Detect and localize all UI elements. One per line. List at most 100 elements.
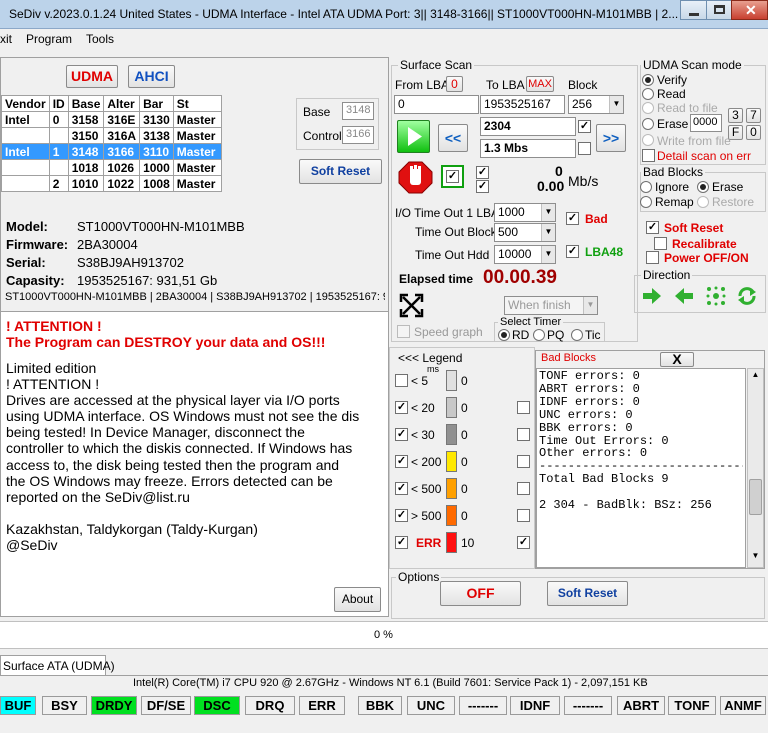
udma-button[interactable]: UDMA — [66, 65, 118, 88]
erase-0-button[interactable]: 0 — [746, 125, 761, 140]
detail-scan-checkbox[interactable] — [642, 149, 655, 162]
prev-button[interactable]: << — [438, 124, 468, 152]
bad-blocks-log: TONF errors: 0 ABRT errors: 0 IDNF error… — [536, 368, 746, 568]
legend-label: > 500 — [411, 509, 442, 523]
minimize-button[interactable] — [680, 0, 707, 20]
tab-surface-ata[interactable]: Surface ATA (UDMA) — [0, 655, 115, 676]
fullscreen-button[interactable] — [398, 292, 425, 319]
speed-graph-checkbox[interactable] — [397, 325, 410, 338]
direction-backward-button[interactable] — [673, 285, 695, 307]
control-field[interactable]: 3166 — [342, 126, 374, 144]
clear-log-button[interactable]: X — [660, 352, 694, 367]
lba48-checkbox[interactable]: ✓ — [566, 245, 579, 258]
legend-checkbox[interactable]: ✓ — [395, 509, 408, 522]
block-select[interactable]: 256 ▼ — [568, 95, 624, 114]
scroll-thumb[interactable] — [749, 479, 762, 515]
legend-log-checkbox[interactable] — [517, 401, 530, 414]
direction-forward-button[interactable] — [641, 285, 663, 307]
status-flag-drq: DRQ — [245, 696, 295, 715]
legend-checkbox[interactable]: ✓ — [395, 401, 408, 414]
scroll-down-icon[interactable]: ▼ — [749, 551, 762, 565]
when-finish-select[interactable]: When finish ▼ — [504, 296, 598, 315]
table-row[interactable]: 1018 1026 1000 Master — [1, 159, 222, 176]
read-radio[interactable] — [642, 88, 654, 100]
menu-program[interactable]: Program — [26, 32, 72, 46]
bad-blocks-log-title: Bad Blocks — [541, 352, 597, 364]
legend-checkbox[interactable]: ✓ — [395, 536, 408, 549]
ignore-radio[interactable] — [640, 181, 652, 193]
erase-bad-radio[interactable] — [697, 181, 709, 193]
status-flag-anmf: ANMF — [720, 696, 766, 715]
soft-reset-checkbox[interactable]: ✓ — [646, 221, 659, 234]
soft-reset-button[interactable]: Soft Reset — [299, 159, 382, 184]
close-button[interactable]: ✕ — [731, 0, 768, 20]
scroll-up-icon[interactable]: ▲ — [749, 370, 762, 384]
erase-pattern-field[interactable]: 0000 — [690, 114, 722, 132]
legend-log-checkbox[interactable] — [517, 482, 530, 495]
table-row[interactable]: 3150 316A 3138 Master — [1, 127, 222, 144]
legend-log-checkbox[interactable] — [517, 455, 530, 468]
from-lba-zero-button[interactable]: 0 — [446, 76, 463, 92]
stop-button[interactable] — [398, 161, 433, 194]
col-st: St — [172, 95, 222, 112]
table-row[interactable]: 2 1010 1022 1008 Master — [1, 175, 222, 192]
graph-checkbox-2[interactable]: ✓ — [476, 180, 489, 193]
read-to-file-radio[interactable] — [642, 102, 654, 114]
start-scan-button[interactable] — [397, 120, 430, 153]
graph-checkbox-1[interactable]: ✓ — [476, 166, 489, 179]
legend-log-checkbox[interactable] — [517, 428, 530, 441]
next-button[interactable]: >> — [596, 124, 626, 152]
timeout-block-select[interactable]: 500 ▼ — [494, 223, 556, 242]
ahci-button[interactable]: AHCI — [128, 65, 175, 88]
legend-checkbox[interactable]: ✓ — [395, 482, 408, 495]
menu-tools[interactable]: Tools — [86, 32, 114, 46]
timeout-lba-select[interactable]: 1000 ▼ — [494, 203, 556, 222]
base-field[interactable]: 3148 — [342, 102, 374, 120]
direction-random-button[interactable] — [705, 285, 727, 307]
close-icon: ✕ — [745, 2, 757, 18]
restore-radio[interactable] — [697, 196, 709, 208]
to-lba-field[interactable]: 1953525167 — [480, 95, 565, 114]
legend-log-checkbox[interactable] — [517, 509, 530, 522]
bad-checkbox[interactable]: ✓ — [566, 212, 579, 225]
legend-checkbox[interactable]: ✓ — [395, 428, 408, 441]
timer-pq-radio[interactable] — [533, 329, 545, 341]
timer-rd-radio[interactable] — [498, 329, 510, 341]
current-lba-checkbox[interactable]: ✓ — [578, 120, 591, 133]
status-flag-err: ERR — [299, 696, 345, 715]
direction-loop-button[interactable] — [736, 285, 758, 307]
from-lba-field[interactable]: 0 — [394, 95, 479, 114]
status-flag-bbk: BBK — [358, 696, 402, 715]
log-scrollbar[interactable]: ▲ ▼ — [747, 368, 764, 568]
options-soft-reset-button[interactable]: Soft Reset — [547, 581, 628, 606]
verify-radio[interactable] — [642, 74, 654, 86]
erase-7-button[interactable]: 7 — [746, 108, 761, 123]
write-from-file-radio[interactable] — [642, 134, 654, 146]
table-row[interactable]: Intel 0 3158 316E 3130 Master — [1, 111, 222, 128]
maximize-button[interactable] — [706, 0, 732, 20]
power-off-on-checkbox[interactable] — [646, 251, 659, 264]
off-button[interactable]: OFF — [440, 581, 521, 606]
status-flag-bsy: BSY — [42, 696, 87, 715]
recalibrate-checkbox[interactable] — [654, 237, 667, 250]
current-lba-field[interactable]: 2304 — [480, 117, 576, 136]
legend-log-checkbox[interactable]: ✓ — [517, 536, 530, 549]
timeout-hdd-select[interactable]: 10000 ▼ — [494, 245, 556, 264]
remap-radio[interactable] — [640, 196, 652, 208]
erase-3-button[interactable]: 3 — [728, 108, 743, 123]
recalibrate-label: Recalibrate — [672, 237, 737, 251]
legend-checkbox[interactable]: ✓ — [395, 455, 408, 468]
pause-toggle[interactable]: ✓ — [441, 165, 464, 188]
verify-label: Verify — [657, 73, 688, 87]
speed-checkbox[interactable] — [578, 142, 591, 155]
legend-checkbox[interactable] — [395, 374, 408, 387]
erase-radio[interactable] — [642, 118, 654, 130]
to-lba-max-button[interactable]: MAX — [526, 76, 554, 92]
message-area: ! ATTENTION ! The Program can DESTROY yo… — [1, 311, 388, 616]
menu-exit[interactable]: xit — [0, 32, 12, 46]
about-button[interactable]: About — [334, 587, 381, 612]
status-flag-dsc: DSC — [194, 696, 240, 715]
table-row-selected[interactable]: Intel 1 3148 3166 3110 Master — [1, 143, 222, 160]
timer-tic-radio[interactable] — [571, 329, 583, 341]
refresh-icon — [738, 287, 756, 305]
